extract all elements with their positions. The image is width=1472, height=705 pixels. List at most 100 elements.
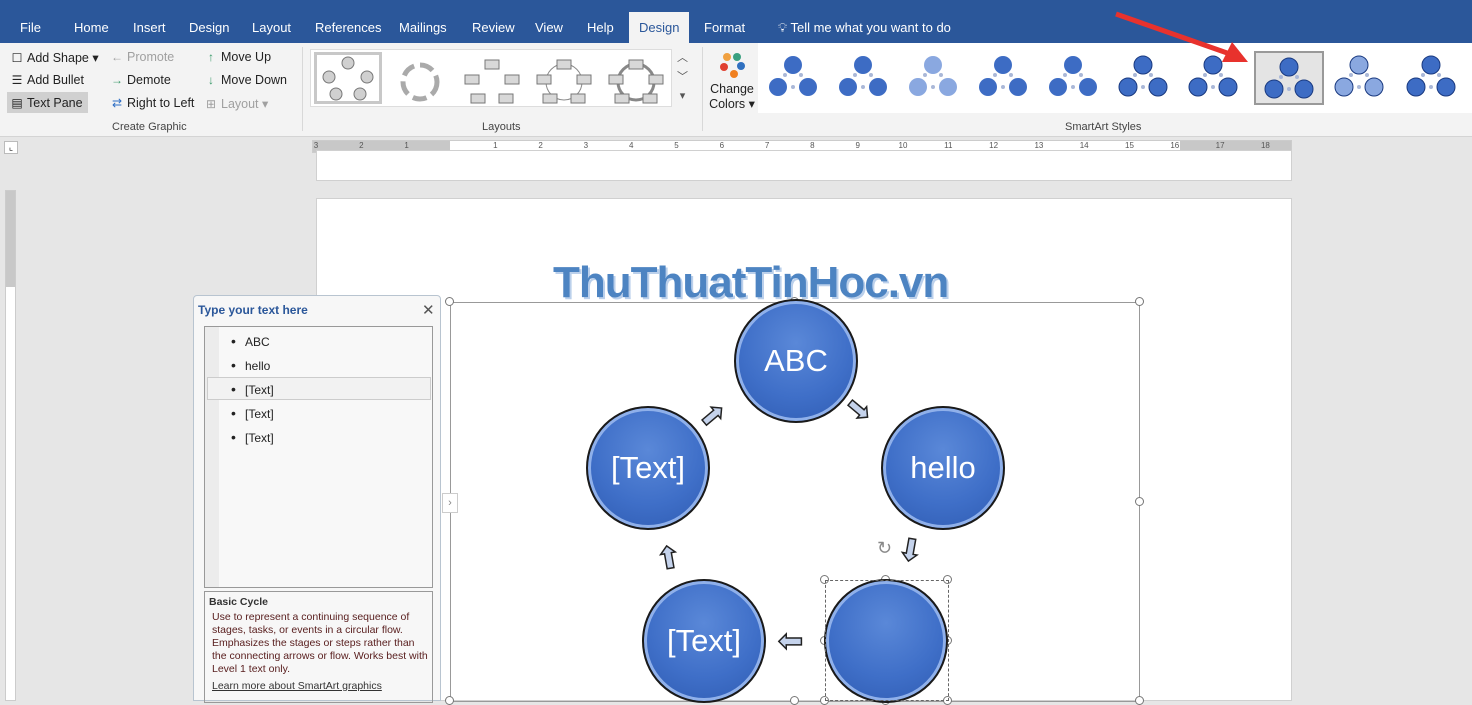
tell-me-search[interactable]: 💡︎ Tell me what you want to do [768, 12, 961, 43]
add-shape-button[interactable]: ☐ Add Shape ▾ [10, 50, 99, 65]
arrow-down-icon: ↓ [208, 73, 214, 87]
scroll-down-icon[interactable]: ﹀ [674, 68, 691, 87]
ruler-label: 1 [493, 141, 498, 150]
tab-help[interactable]: Help [577, 12, 624, 43]
ruler-label: 7 [764, 141, 770, 150]
ruler-label: 14 [1079, 141, 1089, 150]
tab-stop-selector[interactable]: ⌞ [4, 141, 18, 154]
promote-button[interactable]: ← Promote [110, 50, 174, 64]
smartart-style-option[interactable] [1398, 51, 1468, 105]
layouts-scroll[interactable]: ︿ ﹀ ▾ [674, 49, 691, 107]
move-down-button[interactable]: ↓ Move Down [204, 73, 287, 87]
vertical-ruler[interactable] [5, 190, 16, 701]
smartart-style-option[interactable] [970, 51, 1040, 105]
smartart-style-option[interactable] [1040, 51, 1110, 105]
text-pane-button[interactable]: ▤ Text Pane [7, 92, 88, 113]
ruler-label: 16 [1170, 141, 1180, 150]
learn-more-link[interactable]: Learn more about SmartArt graphics [209, 680, 428, 693]
annotation-arrow [1115, 11, 1248, 62]
change-colors-button[interactable]: Change Colors ▾ [708, 51, 756, 111]
add-shape-icon: ☐ [11, 51, 23, 65]
list-item[interactable]: ABC [231, 333, 270, 349]
list-item[interactable]: [Text] [231, 405, 274, 421]
ruler-label: 3 [583, 141, 589, 150]
list-item[interactable]: [Text] [231, 429, 274, 445]
divider [302, 47, 303, 131]
tab-insert[interactable]: Insert [123, 12, 176, 43]
ruler-label: 6 [719, 141, 725, 150]
text-pane-title: Type your text here [198, 303, 308, 317]
watermark-logo: ThuThuatTinHoc.vn [553, 258, 949, 307]
description-text: Use to represent a continuing sequence o… [212, 611, 428, 675]
tab-design[interactable]: Design [179, 12, 239, 43]
layout-description: Basic Cycle Use to represent a continuin… [204, 591, 433, 703]
smartart-shape[interactable]: [Text] [642, 579, 766, 703]
ruler-label: 5 [674, 141, 679, 150]
tab-layout[interactable]: Layout [242, 12, 301, 43]
bullet-list-icon: ☰ [11, 73, 23, 87]
list-item[interactable]: hello [231, 357, 271, 373]
resize-handle[interactable] [1135, 297, 1144, 306]
smartart-shape[interactable]: ABC [734, 299, 858, 423]
layout-block-cycle[interactable] [461, 58, 529, 110]
description-title: Basic Cycle [209, 596, 268, 608]
demote-button[interactable]: → Demote [110, 73, 171, 87]
cycle-arrow-icon: ➡ [777, 624, 804, 659]
scroll-up-icon[interactable]: ︿ [674, 49, 691, 68]
tab-smartart-design[interactable]: Design [629, 12, 689, 43]
palette-icon [720, 53, 745, 78]
ruler-label: 11 [944, 141, 953, 150]
layout-segmented-cycle[interactable] [533, 58, 601, 110]
ruler-label: 13 [1034, 141, 1044, 150]
right-to-left-button[interactable]: ⇄ Right to Left [110, 96, 194, 110]
layouts-group-label: Layouts [482, 121, 521, 133]
add-bullet-button[interactable]: ☰ Add Bullet [10, 73, 84, 87]
ruler-label: 15 [1125, 141, 1134, 150]
rotate-handle-icon[interactable]: ↻ [877, 538, 892, 559]
smartart-style-option[interactable] [900, 51, 970, 105]
layout-multidirectional-cycle[interactable] [605, 58, 673, 110]
smartart-style-option[interactable] [1254, 51, 1324, 105]
text-pane: Type your text here ✕ ABC hello [Text] [… [193, 295, 441, 703]
smartart-style-option[interactable] [760, 51, 830, 105]
tab-home[interactable]: Home [64, 12, 119, 43]
layout-basic-cycle[interactable] [314, 52, 382, 104]
smartart-shape[interactable]: hello [881, 406, 1005, 530]
ruler-label: 9 [855, 141, 860, 150]
tab-view[interactable]: View [525, 12, 573, 43]
smartart-style-option[interactable] [1326, 51, 1396, 105]
tab-file[interactable]: File [10, 12, 51, 43]
layouts-gallery [310, 49, 672, 107]
list-item[interactable]: [Text] [231, 381, 274, 397]
smartart-shape[interactable]: [Text] [586, 406, 710, 530]
move-up-button[interactable]: ↑ Move Up [204, 50, 271, 64]
shape-selection-box [825, 580, 949, 701]
ruler-label: 8 [810, 141, 815, 150]
tab-format[interactable]: Format [694, 12, 755, 43]
ruler-label: 10 [898, 141, 908, 150]
layout-text-cycle[interactable] [389, 58, 457, 110]
layout-button[interactable]: ⊞ Layout ▾ [204, 96, 268, 111]
ruler-label: 17 [1215, 141, 1225, 150]
resize-handle[interactable] [1135, 497, 1144, 506]
text-pane-editor[interactable]: ABC hello [Text] [Text] [Text] [204, 326, 433, 588]
lightbulb-icon: 💡︎ [778, 20, 791, 35]
ruler-label: 3 [313, 141, 319, 150]
arrow-up-icon: ↑ [208, 50, 214, 64]
more-icon[interactable]: ▾ [674, 87, 691, 106]
resize-handle[interactable] [445, 297, 454, 306]
ruler-label: 18 [1260, 141, 1270, 150]
text-pane-toggle[interactable]: › [442, 493, 458, 513]
close-icon[interactable]: ✕ [422, 301, 435, 319]
swap-icon: ⇄ [111, 96, 123, 110]
page-previous [316, 150, 1292, 181]
tab-references[interactable]: References [305, 12, 391, 43]
smartart-style-option[interactable] [830, 51, 900, 105]
org-chart-icon: ⊞ [205, 97, 217, 111]
ruler-label: 1 [404, 141, 409, 150]
tab-mailings[interactable]: Mailings [389, 12, 457, 43]
arrow-right-icon: → [111, 73, 123, 87]
tab-review[interactable]: Review [462, 12, 525, 43]
arrow-left-icon: ← [111, 50, 123, 64]
ruler-label: 2 [359, 141, 364, 150]
